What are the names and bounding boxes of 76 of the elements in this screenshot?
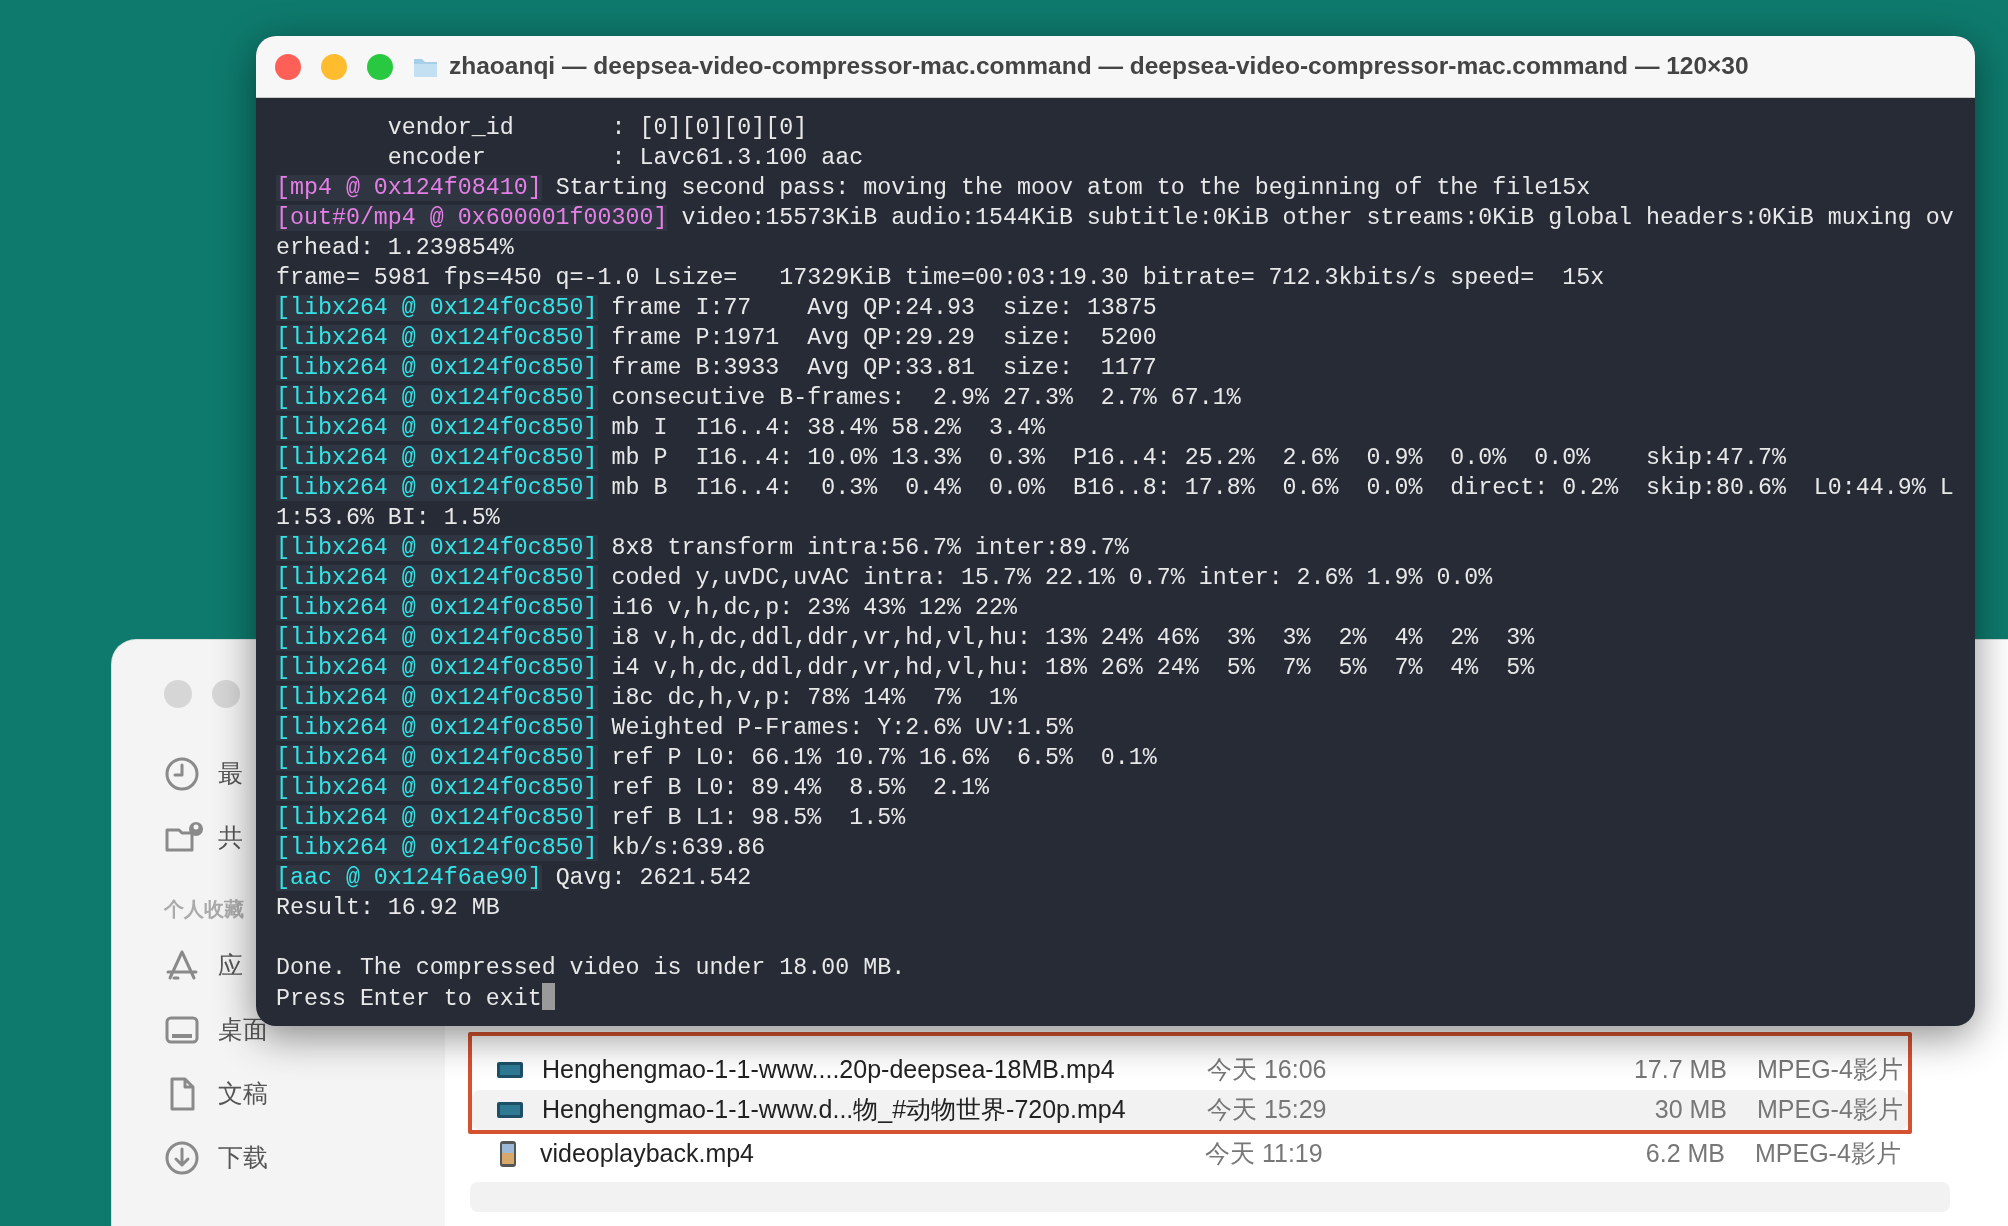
file-kind: MPEG-4影片 [1756,1054,1903,1086]
log-text: frame B:3933 Avg QP:33.81 size: 1177 [611,355,1157,381]
terminal-line: Result: 16.92 MB [276,894,501,923]
log-text: ref P L0: 66.1% 10.7% 16.6% 6.5% 0.1% [611,745,1157,771]
log-source: [libx264 @ 0x124f0c850] [276,745,598,771]
file-size: 17.7 MB [1632,1054,1727,1086]
log-text: mb I I16..4: 38.4% 58.2% 3.4% [611,415,1045,441]
file-name[interactable]: videoplayback.mp4 [540,1135,1205,1173]
log-text: i4 v,h,dc,ddl,ddr,vr,hd,vl,hu: 18% 26% 24% 5% 7% 5% 7% 4% 5% [611,655,1535,681]
window-title: zhaoanqi — deepsea-video-compressor-mac.command — deepsea-video-compressor-mac.command — 120×30 [449,51,1749,82]
log-source: [aac @ 0x124f6ae90] [276,865,542,891]
log-source: [libx264 @ 0x124f0c850] [276,625,598,651]
log-text: video:15573KiB audio:1544KiB subtitle:0KiB other streams:0KiB global headers:0KiB muxing ov [681,205,1954,231]
file-date: 今天 11:19 [1205,1138,1324,1170]
log-source: [libx264 @ 0x124f0c850] [276,775,598,801]
log-source: [libx264 @ 0x124f0c850] [276,415,598,441]
log-text: mb B I16..4: 0.3% 0.4% 0.0% B16..8: 17.8% 0.6% 0.0% direct: 0.2% skip:80.6% L0:44.9% L [611,475,1954,501]
sidebar-item[interactable]: 下载 [218,1139,268,1177]
file-kind: MPEG-4影片 [1754,1138,1901,1170]
log-source: [libx264 @ 0x124f0c850] [276,325,598,351]
terminal-line: Press Enter to exit [276,986,542,1012]
log-text: i8c dc,h,v,p: 78% 14% 7% 1% [611,685,1017,711]
minimize-button[interactable] [321,53,347,80]
log-text: Qavg: 2621.542 [555,865,752,891]
log-source: [libx264 @ 0x124f0c850] [276,655,598,681]
log-text: Weighted P-Frames: Y:2.6% UV:1.5% [611,715,1073,741]
sidebar-section-title: 个人收藏 [164,897,244,922]
log-text: coded y,uvDC,uvAC intra: 15.7% 22.1% 0.7% inter: 2.6% 1.9% 0.0% [611,565,1493,591]
log-text: mb P I16..4: 10.0% 13.3% 0.3% P16..4: 25.2% 2.6% 0.9% 0.0% 0.0% skip:47.7% [611,445,1786,471]
log-source: [out#0/mp4 @ 0x600001f00300] [276,205,668,231]
file-name[interactable]: Henghengmao-1-1-www....20p-deepsea-18MB.mp4 [542,1051,1207,1089]
window-control[interactable] [164,680,192,708]
file-date: 今天 16:06 [1207,1054,1328,1086]
log-source: [libx264 @ 0x124f0c850] [276,355,598,381]
file-kind: MPEG-4影片 [1756,1094,1903,1126]
terminal-line: erhead: 1.239854% [276,234,515,263]
terminal-line: encoder : Lavc61.3.100 aac [386,144,865,173]
log-text: ref B L0: 89.4% 8.5% 2.1% [611,775,990,801]
log-text: kb/s:639.86 [611,835,766,861]
sidebar-item[interactable]: 最 [218,755,243,793]
log-text: Starting second pass: moving the moov atom to the beginning of the file15x [555,175,1591,201]
file-date: 今天 15:29 [1207,1094,1328,1126]
log-source: [libx264 @ 0x124f0c850] [276,295,598,321]
sidebar-item[interactable]: 文稿 [218,1075,268,1113]
terminal-line: Done. The compressed video is under 18.00 MB. [276,954,907,983]
log-text: consecutive B-frames: 2.9% 27.3% 2.7% 67.1% [611,385,1241,411]
video-thumbnail-icon [497,1140,519,1168]
log-source: [libx264 @ 0x124f0c850] [276,595,598,621]
terminal-line: frame= 5981 fps=450 q=-1.0 Lsize= 17329KiB time=00:03:19.30 bitrate= 712.3kbits/s speed= 15x [276,264,1606,293]
log-text: frame P:1971 Avg QP:29.29 size: 5200 [611,325,1157,351]
log-source: [libx264 @ 0x124f0c850] [276,805,598,831]
log-text: 8x8 transform intra:56.7% inter:89.7% [611,535,1129,561]
log-source: [libx264 @ 0x124f0c850] [276,385,598,411]
window-control[interactable] [212,680,240,708]
file-size: 6.2 MB [1644,1138,1725,1170]
log-source: [libx264 @ 0x124f0c850] [276,685,598,711]
log-source: [libx264 @ 0x124f0c850] [276,535,598,561]
log-text: i16 v,h,dc,p: 23% 43% 12% 22% [611,595,1017,621]
log-text: ref B L1: 98.5% 1.5% [611,805,906,831]
log-source: [libx264 @ 0x124f0c850] [276,715,598,741]
log-source: [libx264 @ 0x124f0c850] [276,835,598,861]
sidebar-item[interactable]: 应 [218,947,243,985]
log-text: frame I:77 Avg QP:24.93 size: 13875 [611,295,1157,321]
log-source: [libx264 @ 0x124f0c850] [276,475,598,501]
terminal-line: 1:53.6% BI: 1.5% [276,504,501,533]
log-source: [libx264 @ 0x124f0c850] [276,565,598,591]
sidebar-item[interactable]: 共 [218,819,243,857]
close-button[interactable] [275,53,301,80]
zoom-button[interactable] [367,53,393,80]
log-text: i8 v,h,dc,ddl,ddr,vr,hd,vl,hu: 13% 24% 46% 3% 3% 2% 4% 2% 3% [611,625,1535,651]
file-size: 30 MB [1653,1094,1727,1126]
log-source: [mp4 @ 0x124f08410] [276,175,542,201]
sidebar-item[interactable]: 桌面 [218,1011,268,1049]
log-source: [libx264 @ 0x124f0c850] [276,445,598,471]
terminal-line: vendor_id : [0][0][0][0] [386,114,809,143]
file-name[interactable]: Henghengmao-1-1-www.d...物_#动物世界-720p.mp4 [542,1091,1207,1129]
